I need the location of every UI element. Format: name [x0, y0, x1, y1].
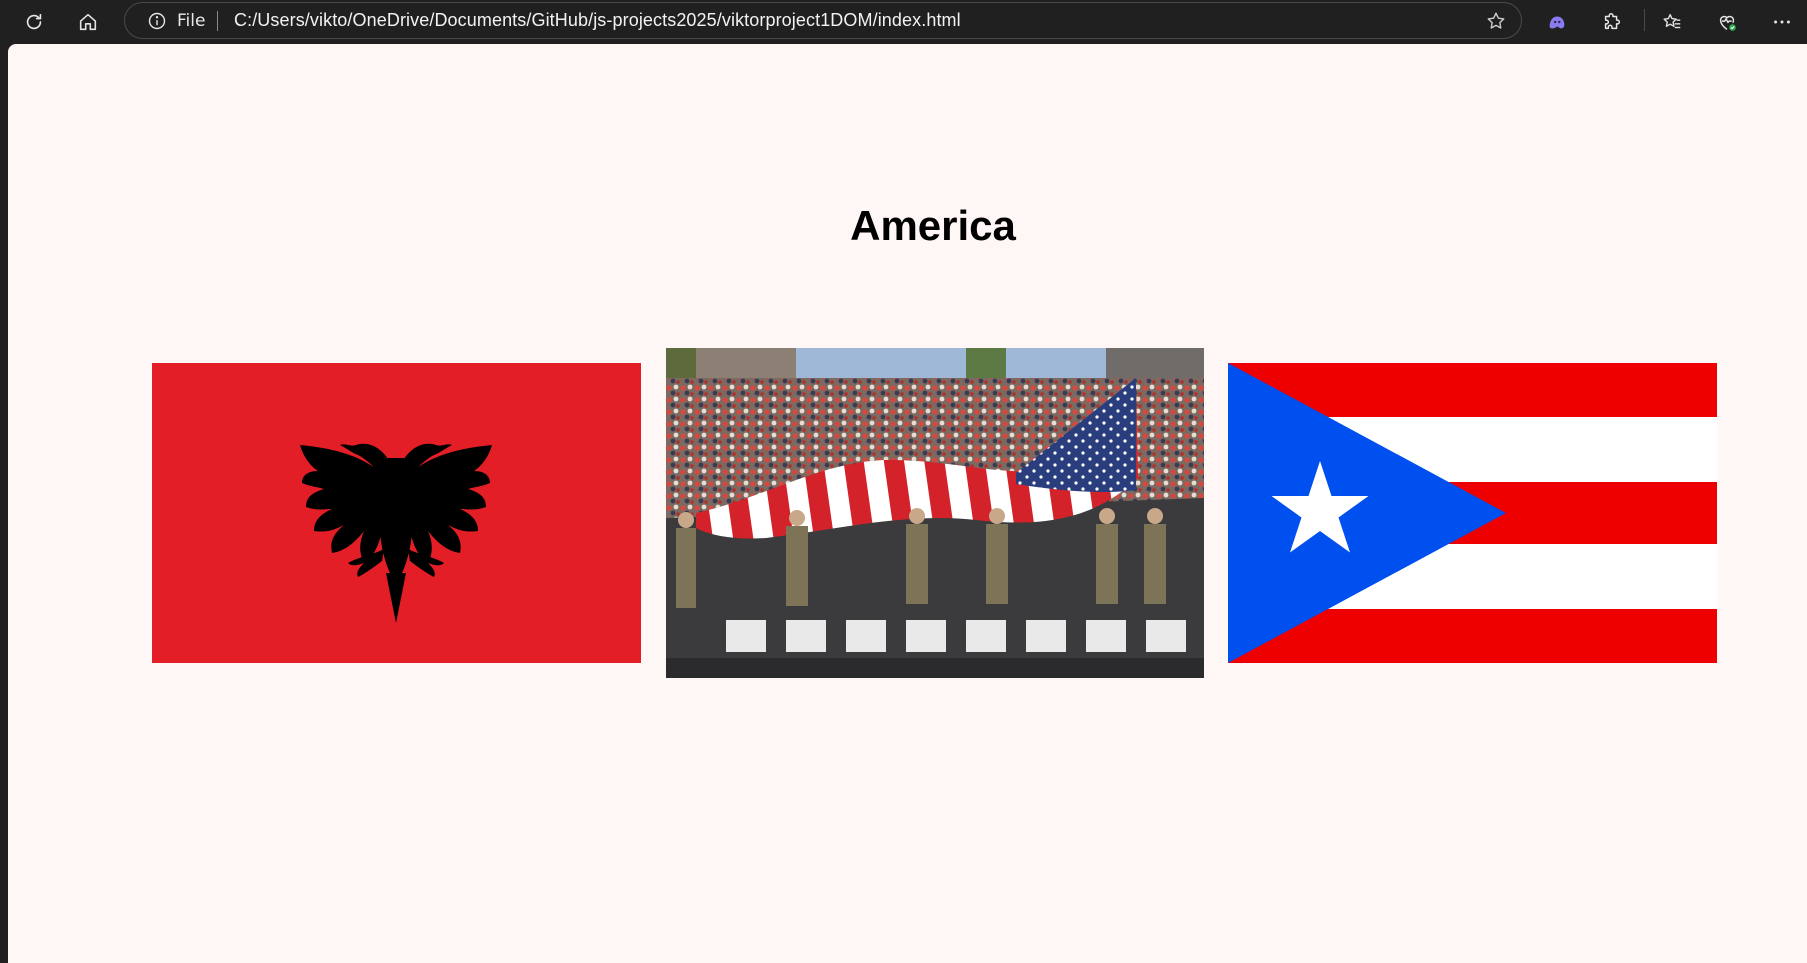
refresh-button[interactable] [16, 4, 52, 40]
copilot-icon [1549, 16, 1565, 29]
favorites-button[interactable] [1654, 4, 1690, 40]
american-flag-parade-photo [666, 348, 1204, 678]
star-icon[interactable] [1485, 10, 1507, 32]
more-icon [1774, 20, 1790, 24]
more-button[interactable] [1764, 4, 1800, 40]
browser-toolbar: File C:/Users/vikto/OneDrive/Documents/G… [0, 0, 1807, 44]
address-url[interactable]: C:/Users/vikto/OneDrive/Documents/GitHub… [234, 10, 961, 31]
puerto-rico-flag-image [1228, 363, 1717, 663]
browser-essentials-icon [1719, 15, 1736, 31]
copilot-button[interactable] [1539, 4, 1575, 40]
home-button[interactable] [70, 4, 106, 40]
albania-flag-image [152, 363, 641, 663]
home-icon [79, 13, 97, 31]
favorites-icon [1663, 13, 1681, 29]
page-viewport: America [8, 44, 1807, 963]
address-divider [217, 11, 218, 31]
address-bar[interactable]: File C:/Users/vikto/OneDrive/Documents/G… [124, 2, 1522, 39]
toolbar-divider [1644, 9, 1645, 31]
page-title: America [850, 202, 1016, 249]
refresh-icon [26, 13, 42, 30]
extensions-button[interactable] [1594, 4, 1630, 40]
extensions-icon [1604, 13, 1621, 30]
browser-essentials-button[interactable] [1709, 4, 1745, 40]
address-scheme-label[interactable]: File [177, 11, 205, 31]
info-icon[interactable] [147, 11, 167, 31]
